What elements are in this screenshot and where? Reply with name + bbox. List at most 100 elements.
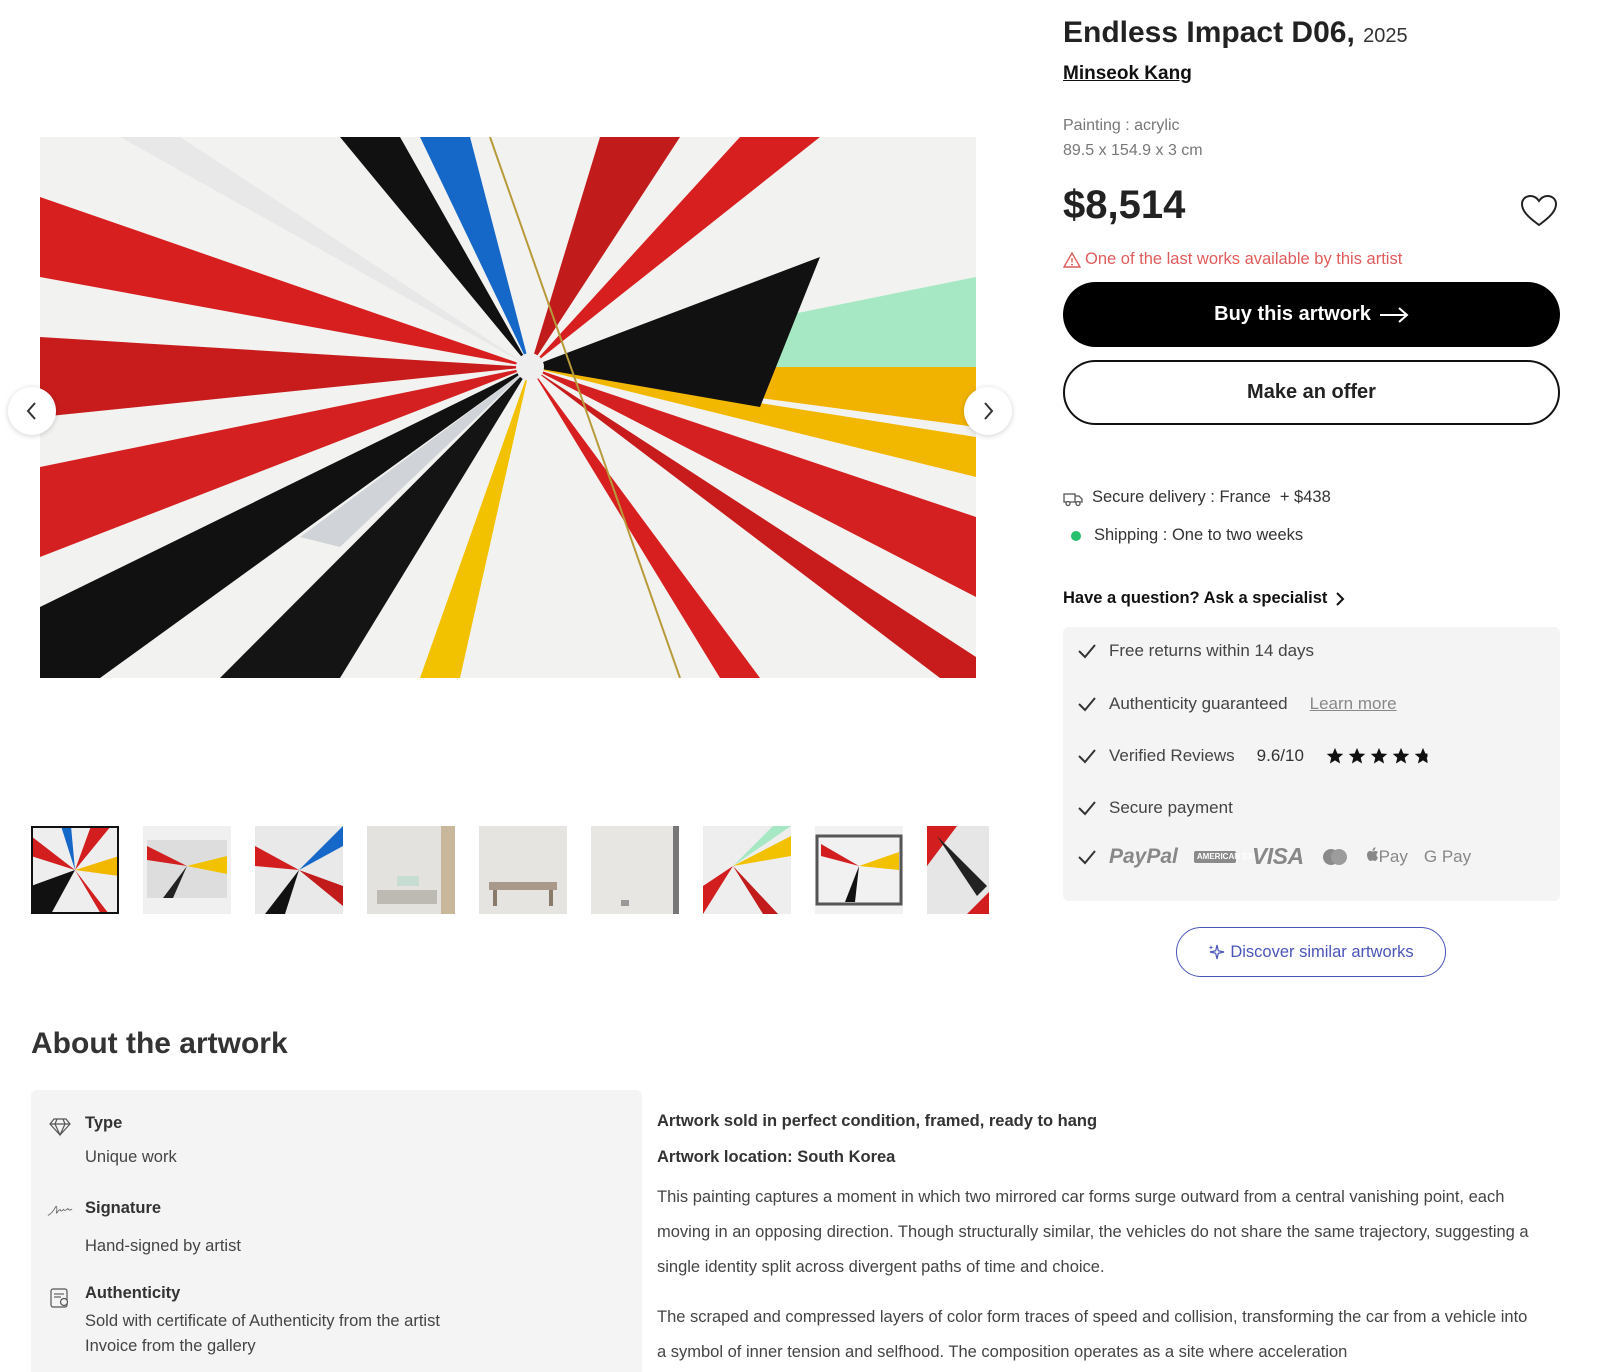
apple-pay-logo: Pay	[1366, 847, 1408, 867]
delivery-text: Secure delivery : France	[1092, 488, 1271, 506]
chevron-right-icon	[1336, 591, 1345, 606]
signature-label: Signature	[85, 1199, 162, 1217]
heart-icon	[1520, 194, 1558, 227]
artwork-title: Endless Impact D06, 2025	[1063, 16, 1408, 50]
arrow-right-icon	[1379, 306, 1409, 323]
certificate-icon-graphic	[50, 1288, 69, 1308]
previous-image-button[interactable]	[8, 387, 56, 435]
about-title: About the artwork	[31, 1027, 288, 1060]
google-pay-logo: G Pay	[1423, 846, 1472, 866]
thumbnail-artwork-detail-2[interactable]	[927, 826, 989, 914]
artwork-year: 2025	[1363, 25, 1408, 47]
thumbnail-room-view-2[interactable]	[479, 826, 567, 914]
artwork-specs-box: Type Unique work Signature Hand-signed b…	[31, 1090, 642, 1372]
spec-authenticity: Authenticity Sold with certificate of Au…	[47, 1284, 440, 1359]
ask-specialist-link[interactable]: Have a question? Ask a specialist	[1063, 589, 1345, 608]
thumbnail-image	[591, 826, 679, 914]
star-icon	[1348, 747, 1366, 764]
payment-text: Secure payment	[1109, 798, 1233, 817]
check-icon	[1078, 801, 1096, 816]
artwork-dimensions: 89.5 x 154.9 x 3 cm	[1063, 142, 1203, 159]
thumbnail-image	[31, 826, 119, 914]
paypal-logo: PayPal	[1109, 844, 1178, 868]
check-icon	[1078, 749, 1096, 764]
apple-pay-text: Pay	[1378, 846, 1408, 866]
diamond-icon	[47, 1114, 73, 1170]
star-icon	[1370, 747, 1388, 764]
favorite-button[interactable]	[1518, 190, 1560, 232]
mastercard-logo-icon	[1322, 848, 1347, 865]
learn-more-link[interactable]: Learn more	[1310, 694, 1397, 714]
thumbnail-strip	[31, 826, 989, 916]
authenticity-value: Sold with certificate of Authenticity fr…	[85, 1309, 440, 1359]
buy-button-label: Buy this artwork	[1214, 303, 1371, 325]
chevron-right-icon	[984, 402, 994, 420]
main-artwork-image[interactable]	[40, 137, 976, 678]
thumbnail-artwork-front[interactable]	[31, 826, 119, 914]
delivery-truck-icon	[1063, 492, 1083, 506]
thumbnail-room-view-1[interactable]	[367, 826, 455, 914]
artwork-painting	[40, 137, 976, 678]
thumbnail-image	[927, 826, 989, 914]
thumbnail-image	[143, 826, 231, 914]
signature-icon-graphic	[47, 1205, 73, 1216]
location-text: Artwork location: South Korea	[657, 1148, 896, 1166]
shipping-status-dot	[1071, 530, 1081, 541]
authenticity-row: Authenticity guaranteed Learn more	[1077, 694, 1397, 714]
artwork-medium: Painting : acrylic	[1063, 117, 1180, 134]
thumbnail-artwork-angle-2[interactable]	[255, 826, 343, 914]
alert-text: One of the last works available by this …	[1085, 250, 1403, 268]
rating-stars	[1326, 747, 1432, 765]
thumbnail-artwork-angle-1[interactable]	[143, 826, 231, 914]
artwork-price: $8,514	[1063, 183, 1186, 227]
free-returns-row: Free returns within 14 days	[1077, 641, 1314, 661]
sparkle-icon	[1208, 944, 1225, 960]
check-icon	[1078, 849, 1096, 864]
discover-label: Discover similar artworks	[1230, 942, 1414, 961]
make-offer-button[interactable]: Make an offer	[1063, 360, 1560, 425]
signature-icon	[47, 1199, 73, 1259]
invoice-text: Invoice from the gallery	[85, 1337, 256, 1355]
type-value: Unique work	[85, 1148, 177, 1166]
signature-value: Hand-signed by artist	[85, 1237, 241, 1255]
assurance-box: Free returns within 14 days Authenticity…	[1063, 627, 1560, 901]
secure-payment-row: Secure payment	[1077, 798, 1233, 818]
artist-link[interactable]: Minseok Kang	[1063, 63, 1192, 85]
offer-button-label: Make an offer	[1247, 381, 1376, 403]
title-text: Endless Impact D06,	[1063, 16, 1355, 49]
discover-similar-button[interactable]: Discover similar artworks	[1176, 927, 1446, 977]
star-icon	[1326, 747, 1344, 764]
delivery-info: Secure delivery : France + $438	[1063, 488, 1331, 507]
question-label: Have a question? Ask a specialist	[1063, 589, 1328, 607]
description-paragraph-1: This painting captures a moment in which…	[657, 1188, 1529, 1276]
artwork-description: Artwork sold in perfect condition, frame…	[657, 1112, 1537, 1370]
visa-logo: VISA	[1251, 843, 1304, 869]
next-image-button[interactable]	[964, 387, 1012, 435]
thumbnail-artwork-detail-1[interactable]	[703, 826, 791, 914]
certificate-text: Sold with certificate of Authenticity fr…	[85, 1312, 440, 1330]
star-half-icon	[1414, 747, 1428, 764]
thumbnail-image	[815, 826, 903, 914]
thumbnail-image	[479, 826, 567, 914]
reviews-score: 9.6/10	[1256, 746, 1304, 765]
returns-text: Free returns within 14 days	[1109, 641, 1315, 660]
shipping-text: Shipping : One to two weeks	[1094, 526, 1304, 544]
apple-icon	[1366, 846, 1378, 861]
thumbnail-image	[367, 826, 455, 914]
delivery-cost: + $438	[1279, 488, 1331, 506]
description-paragraph-2: The scraped and compressed layers of col…	[657, 1308, 1528, 1361]
shipping-info: Shipping : One to two weeks	[1063, 526, 1303, 545]
thumbnail-artwork-framed[interactable]	[815, 826, 903, 914]
authenticity-label: Authenticity	[85, 1284, 181, 1302]
buy-artwork-button[interactable]: Buy this artwork	[1063, 282, 1560, 347]
certificate-icon	[47, 1284, 73, 1359]
star-icon	[1392, 747, 1410, 764]
reviews-text: Verified Reviews	[1109, 746, 1235, 765]
check-icon	[1078, 697, 1096, 712]
authenticity-text: Authenticity guaranteed	[1109, 694, 1288, 713]
scarcity-alert: One of the last works available by this …	[1063, 250, 1402, 269]
type-label: Type	[85, 1114, 123, 1132]
thumbnail-room-view-3[interactable]	[591, 826, 679, 914]
thumbnail-image	[703, 826, 791, 914]
payment-logos: PayPal AMERICAN EXPRESS VISA Pay G Pay	[1109, 843, 1471, 870]
